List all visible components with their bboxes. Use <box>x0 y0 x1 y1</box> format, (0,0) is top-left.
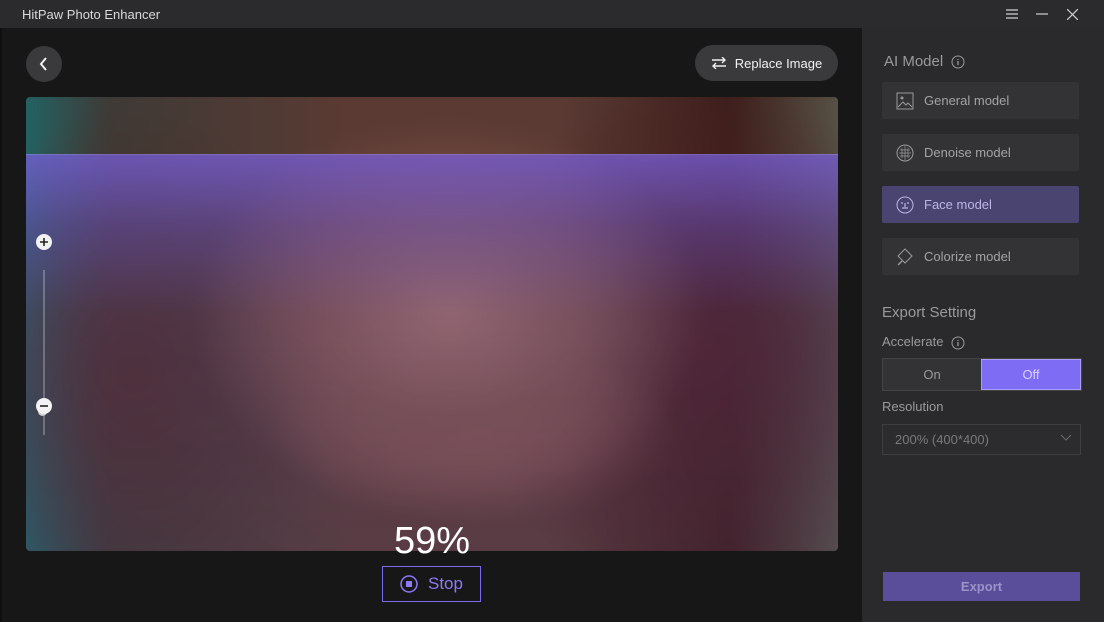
paint-bucket-icon <box>897 247 913 265</box>
ai-model-title: AI Model <box>884 53 944 70</box>
menu-button[interactable] <box>998 4 1026 24</box>
face-model-label: Face model <box>924 197 992 212</box>
replace-image-button[interactable]: Replace Image <box>695 45 838 81</box>
back-button[interactable] <box>26 46 62 82</box>
plus-icon <box>40 238 48 246</box>
export-setting-heading: Export Setting <box>882 304 977 321</box>
image-preview <box>26 97 838 551</box>
stop-button[interactable]: Stop <box>382 566 481 602</box>
processing-overlay <box>26 154 838 551</box>
accelerate-off-option[interactable]: Off <box>981 359 1081 390</box>
title-bar: HitPaw Photo Enhancer <box>0 0 1104 28</box>
denoise-model-button[interactable]: Denoise model <box>882 134 1079 171</box>
zoom-out-button[interactable] <box>36 398 52 414</box>
progress-percentage: 59% <box>393 520 471 562</box>
denoise-icon <box>896 144 914 161</box>
replace-image-label: Replace Image <box>734 55 823 71</box>
minimize-icon <box>1036 13 1048 15</box>
info-icon[interactable] <box>951 336 965 350</box>
swap-icon <box>711 57 726 69</box>
resolution-value: 200% (400*400) <box>895 432 989 447</box>
resolution-select[interactable]: 200% (400*400) <box>882 424 1081 455</box>
colorize-model-button[interactable]: Colorize model <box>882 238 1079 275</box>
face-icon <box>896 196 914 213</box>
chevron-left-icon <box>39 57 47 71</box>
export-button[interactable]: Export <box>883 572 1080 601</box>
info-icon[interactable] <box>951 55 965 69</box>
colorize-model-label: Colorize model <box>924 249 1011 264</box>
general-model-label: General model <box>924 93 1010 108</box>
image-icon <box>896 92 914 109</box>
ai-model-heading: AI Model <box>884 53 965 70</box>
minimize-button[interactable] <box>1028 4 1056 24</box>
stop-icon <box>400 575 418 593</box>
chevron-down-icon <box>1060 434 1072 441</box>
app-title: HitPaw Photo Enhancer <box>22 7 161 22</box>
close-icon <box>1066 8 1078 20</box>
close-button[interactable] <box>1058 4 1086 24</box>
face-model-button[interactable]: Face model <box>882 186 1079 223</box>
accelerate-toggle: On Off <box>882 358 1082 391</box>
general-model-button[interactable]: General model <box>882 82 1079 119</box>
minus-icon <box>40 405 48 407</box>
hamburger-icon <box>1006 9 1018 19</box>
accelerate-heading: Accelerate <box>882 334 965 350</box>
settings-panel: AI Model General model Denoise model Fac… <box>862 28 1104 622</box>
zoom-in-button[interactable] <box>36 234 52 250</box>
denoise-model-label: Denoise model <box>924 145 1011 160</box>
accelerate-on-option[interactable]: On <box>883 359 981 390</box>
resolution-label: Resolution <box>882 399 944 414</box>
preview-area: Replace Image 59% Stop <box>2 28 862 622</box>
stop-label: Stop <box>428 574 463 593</box>
accelerate-label: Accelerate <box>882 334 944 349</box>
